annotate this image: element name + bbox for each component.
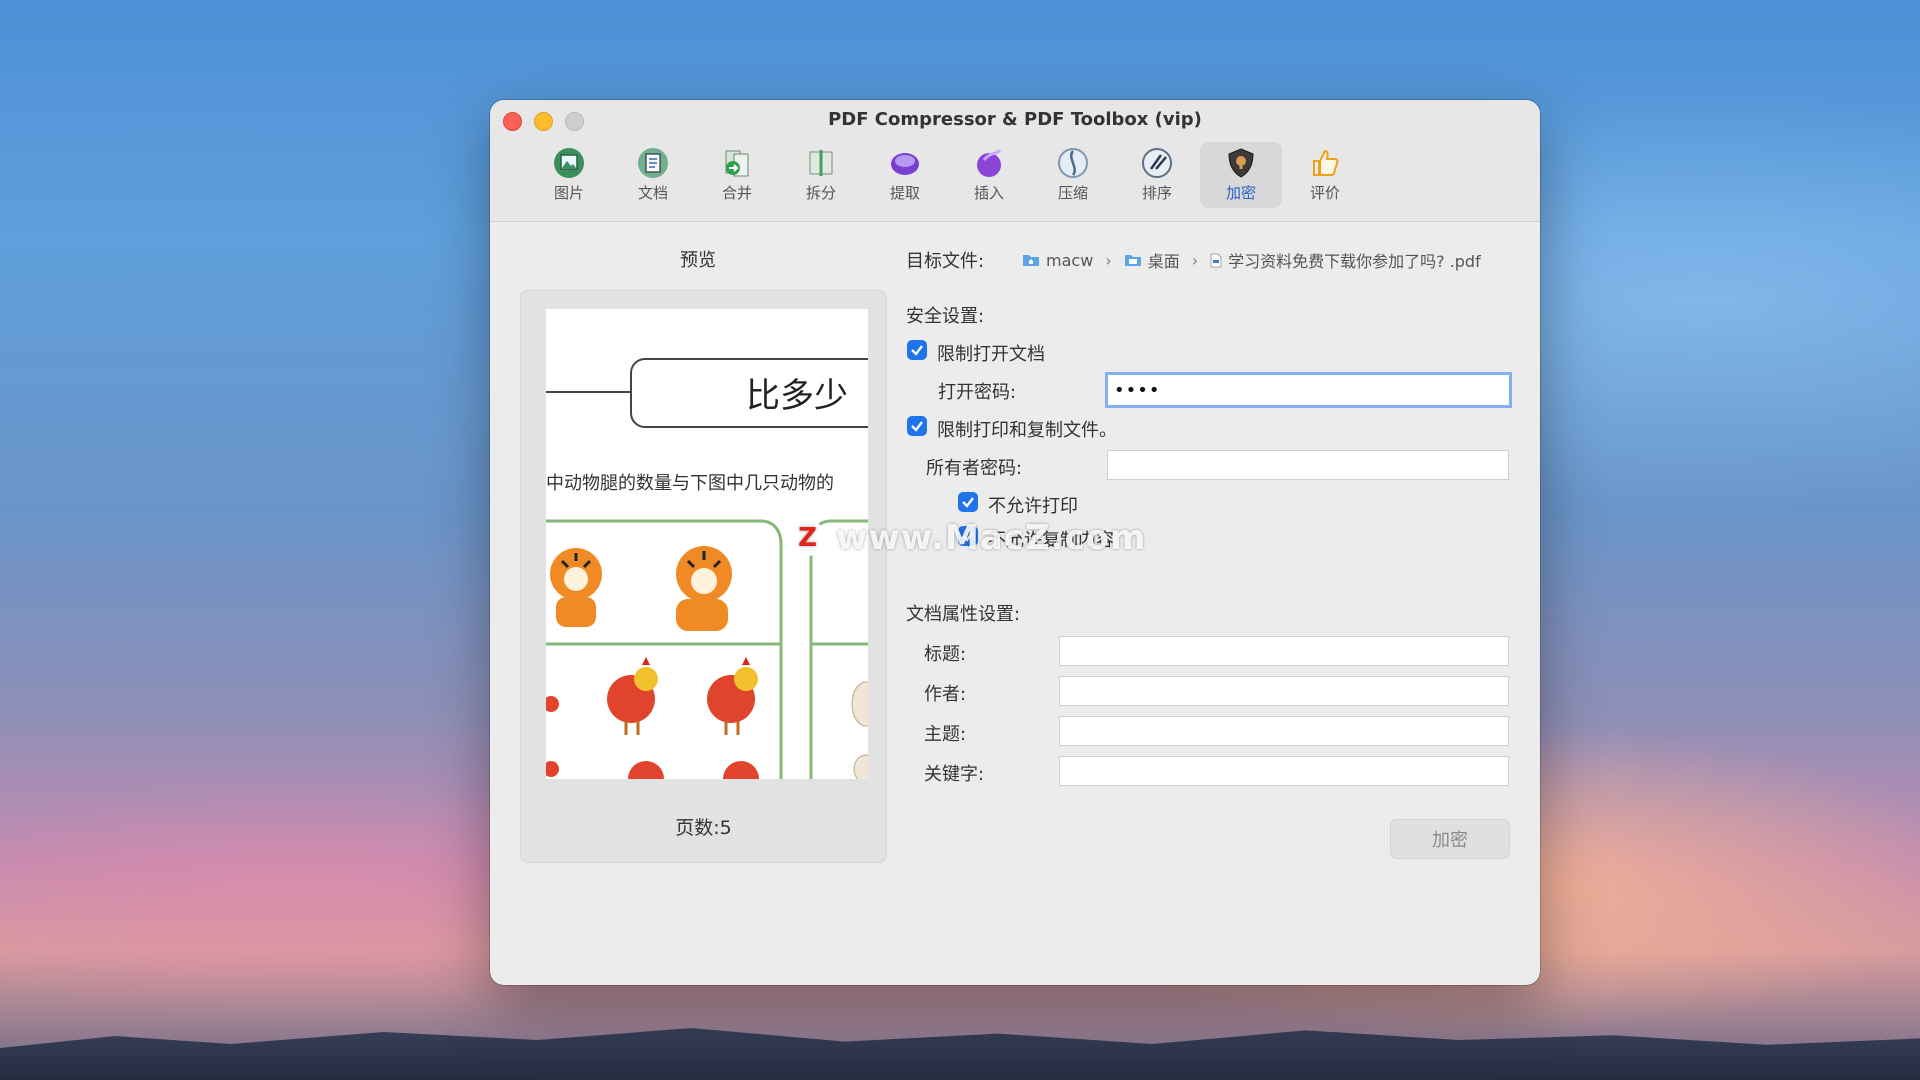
path-separator-icon: › [1191,250,1199,270]
toolbar: 图片 文档 合并 拆分 提取 插入 压缩 排序 加密 评价 [490,142,1540,208]
tool-label: 压缩 [1057,184,1088,202]
path-item-label: 桌面 [1147,252,1180,271]
goat-illustration [851,681,868,779]
tool-label: 合并 [721,184,752,202]
owner-password-field[interactable] [1107,450,1509,480]
desktop-folder-icon [1124,255,1141,266]
tiger-illustration [550,548,602,627]
restrict-open-label: 限制打开文档 [937,344,1045,365]
watermark-logo-icon: Z [790,520,826,556]
path-item-label: macw [1046,250,1094,270]
watermark-text: www.MacZ.com [836,518,1147,558]
tool-document[interactable]: 文档 [612,142,694,208]
tool-compress[interactable]: 压缩 [1032,142,1114,208]
preview-page-title: 比多少 [746,376,848,416]
security-heading: 安全设置: [906,306,985,327]
path-item-home[interactable]: macw [1022,251,1093,270]
target-file-path: macw › 桌面 › 学习资料免费下载你参加了吗? .pdf [1022,248,1481,272]
target-file-label: 目标文件: [906,251,985,272]
restrict-print-copy-checkbox[interactable] [907,416,927,436]
open-password-field[interactable] [1105,372,1512,408]
path-item-desktop[interactable]: 桌面 [1124,248,1180,272]
tool-label: 拆分 [805,184,836,202]
keywords-label: 关键字: [924,764,985,785]
tool-merge[interactable]: 合并 [696,142,778,208]
owner-password-label: 所有者密码: [926,458,1023,479]
preview-panel: 比多少 中动物腿的数量与下图中几只动物的 页数:5 [520,290,887,863]
compress-icon [1058,148,1088,178]
insert-icon [977,149,1002,177]
checkmark-icon [962,497,974,508]
thumbs-up-icon [1313,149,1339,176]
restrict-print-copy-label: 限制打印和复制文件。 [937,420,1117,441]
document-icon [638,148,668,178]
open-password-label: 打开密码: [938,382,1017,403]
tool-label: 排序 [1141,184,1172,202]
subject-label: 主题: [924,724,967,745]
author-field[interactable] [1059,676,1509,706]
tool-label: 加密 [1225,184,1256,202]
tool-split[interactable]: 拆分 [780,142,862,208]
title-label: 标题: [924,644,967,665]
checkmark-icon [911,345,923,356]
preview-page-text: 中动物腿的数量与下图中几只动物的 [546,473,834,494]
encrypt-icon [1228,148,1254,178]
pdf-file-icon [1210,253,1222,267]
path-item-label: 学习资料免费下载你参加了吗? .pdf [1228,252,1481,271]
tool-encrypt[interactable]: 加密 [1200,142,1282,208]
tiger-illustration [676,546,732,631]
tool-rate[interactable]: 评价 [1284,142,1366,208]
tool-label: 文档 [637,184,668,202]
tool-label: 图片 [553,184,584,202]
page-count: 页数:5 [675,817,732,839]
titlebar: PDF Compressor & PDF Toolbox (vip) 图片 文档 [490,100,1540,222]
desktop-mountains [0,1028,1920,1080]
tool-insert[interactable]: 插入 [948,142,1030,208]
title-field[interactable] [1059,636,1509,666]
tool-label: 插入 [973,184,1004,202]
watermark: Z www.MacZ.com [790,518,1146,558]
window-title: PDF Compressor & PDF Toolbox (vip) [828,109,1202,130]
author-label: 作者: [924,684,967,705]
preview-heading: 预览 [680,250,716,271]
subject-field[interactable] [1059,716,1509,746]
path-separator-icon: › [1105,250,1112,270]
chicken-illustration [707,657,758,735]
image-icon [554,148,584,178]
tool-sort[interactable]: 排序 [1116,142,1198,208]
path-item-file[interactable]: 学习资料免费下载你参加了吗? .pdf [1210,248,1481,272]
tool-image[interactable]: 图片 [528,142,610,208]
tool-label: 提取 [889,184,920,202]
restrict-open-checkbox[interactable] [907,340,927,360]
checkmark-icon [911,421,923,432]
split-icon [809,150,833,176]
no-print-label: 不允许打印 [988,496,1078,517]
tool-label: 评价 [1309,184,1340,202]
properties-heading: 文档属性设置: [906,604,1021,625]
merge-icon [725,150,749,177]
keywords-field[interactable] [1059,756,1509,786]
tool-extract[interactable]: 提取 [864,142,946,208]
chicken-illustration [628,761,759,779]
extract-icon [891,153,919,175]
home-folder-icon [1023,255,1039,266]
app-window: PDF Compressor & PDF Toolbox (vip) 图片 文档 [490,100,1540,985]
chicken-illustration [607,657,658,735]
encrypt-button[interactable]: 加密 [1390,819,1510,859]
no-print-checkbox[interactable] [958,492,978,512]
sort-icon [1142,148,1172,178]
